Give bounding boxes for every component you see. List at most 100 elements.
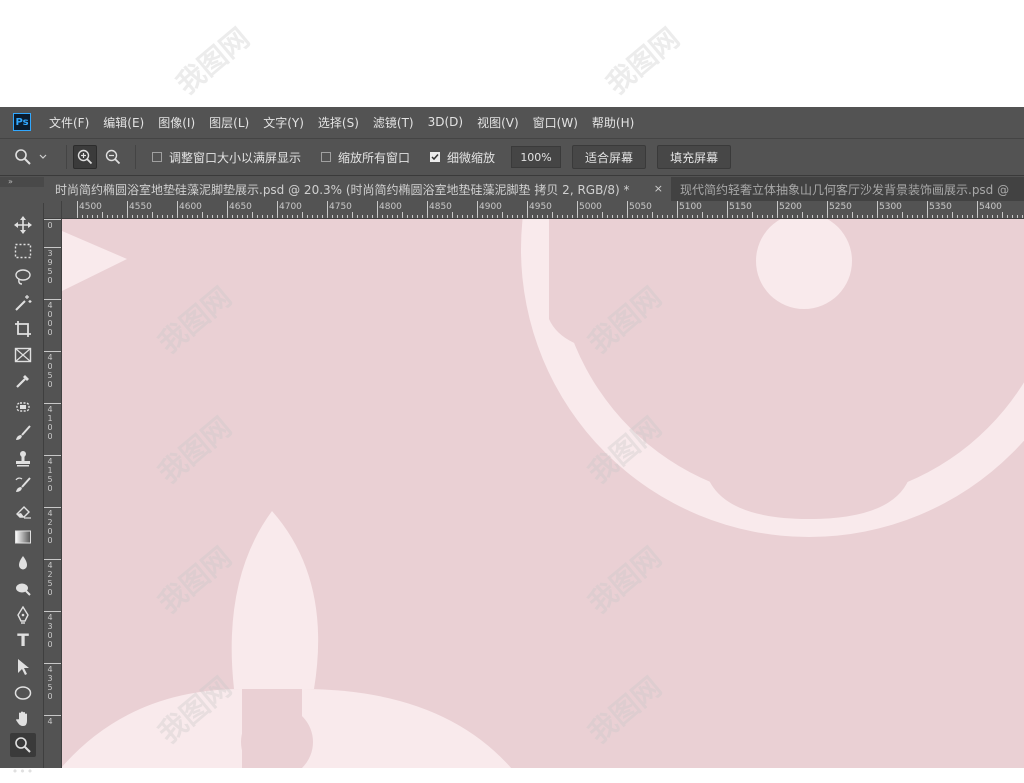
fill-screen-button[interactable]: 填充屏幕 bbox=[657, 145, 732, 169]
pen-tool[interactable] bbox=[10, 603, 36, 627]
menu-edit[interactable]: 编辑(E) bbox=[103, 114, 144, 131]
ruler-tick bbox=[352, 212, 353, 218]
brush-icon bbox=[16, 425, 31, 440]
ruler-label: 4950 bbox=[529, 202, 552, 212]
ruler-label: 4800 bbox=[379, 202, 402, 212]
ruler-tick bbox=[777, 201, 778, 218]
zoom-percent-field[interactable]: 100% bbox=[511, 146, 562, 168]
menu-layer[interactable]: 图层(L) bbox=[209, 114, 249, 131]
lasso-tool[interactable] bbox=[10, 265, 36, 289]
document-tab-title: 时尚简约椭圆浴室地垫硅藻泥脚垫展示.psd @ 20.3% (时尚简约椭圆浴室地… bbox=[55, 182, 630, 197]
ruler-tick bbox=[617, 215, 618, 218]
tool-preset-picker[interactable] bbox=[14, 148, 60, 166]
stamp-tool[interactable] bbox=[10, 447, 36, 471]
ruler-tick bbox=[317, 215, 318, 218]
ruler-label: 4150 bbox=[47, 457, 53, 493]
spot-heal-icon bbox=[16, 402, 30, 412]
stamp-icon bbox=[16, 451, 30, 467]
gradient-tool[interactable] bbox=[10, 525, 36, 549]
ruler-tick bbox=[647, 215, 648, 218]
menu-help[interactable]: 帮助(H) bbox=[592, 114, 634, 131]
ruler-tick bbox=[447, 215, 448, 218]
ruler-tick bbox=[337, 215, 338, 218]
move-tool[interactable] bbox=[10, 213, 36, 237]
ruler-tick bbox=[762, 215, 763, 218]
chevron-down-icon bbox=[39, 154, 47, 159]
ruler-tick bbox=[437, 215, 438, 218]
crop-icon bbox=[15, 321, 31, 337]
zoom-all-windows-checkbox[interactable]: 缩放所有窗口 bbox=[321, 149, 410, 166]
zoom-out-button[interactable] bbox=[101, 145, 125, 169]
menu-select[interactable]: 选择(S) bbox=[318, 114, 359, 131]
zoom-tool[interactable] bbox=[10, 733, 36, 757]
ruler-tick bbox=[907, 215, 908, 218]
eyedropper-tool[interactable] bbox=[10, 369, 36, 393]
menu-type[interactable]: 文字(Y) bbox=[263, 114, 304, 131]
scrubby-zoom-checkbox[interactable]: 细微缩放 bbox=[430, 149, 495, 166]
document-tab-active[interactable]: 时尚简约椭圆浴室地垫硅藻泥脚垫展示.psd @ 20.3% (时尚简约椭圆浴室地… bbox=[44, 177, 671, 201]
menu-file[interactable]: 文件(F) bbox=[49, 114, 89, 131]
zoom-out-icon bbox=[105, 149, 121, 165]
ruler-tick bbox=[577, 201, 578, 218]
blur-tool[interactable] bbox=[10, 551, 36, 575]
ruler-tick bbox=[44, 299, 61, 300]
ruler-tick bbox=[672, 215, 673, 218]
ruler-tick bbox=[502, 212, 503, 218]
horizontal-ruler[interactable]: 4500 4550 4600 4650 4700 4750 4800 4850 4900 4950… bbox=[62, 201, 1024, 219]
history-brush-icon bbox=[15, 477, 31, 492]
ruler-origin[interactable] bbox=[44, 201, 62, 219]
ruler-tick bbox=[302, 212, 303, 218]
document-tab-title: 现代简约轻奢立体抽象山几何客厅沙发背景装饰画展示.psd @ bbox=[680, 182, 1010, 197]
menu-image[interactable]: 图像(I) bbox=[158, 114, 195, 131]
magic-wand-tool[interactable] bbox=[10, 291, 36, 315]
menu-filter[interactable]: 滤镜(T) bbox=[373, 114, 414, 131]
resize-windows-checkbox[interactable]: 调整窗口大小以满屏显示 bbox=[152, 149, 301, 166]
dodge-tool[interactable] bbox=[10, 577, 36, 601]
photoshop-logo-icon[interactable]: Ps bbox=[13, 113, 31, 131]
ruler-label: 0 bbox=[47, 221, 53, 230]
ruler-tick bbox=[742, 215, 743, 218]
ruler-tick bbox=[267, 215, 268, 218]
close-icon[interactable]: × bbox=[654, 182, 663, 195]
crop-tool[interactable] bbox=[10, 317, 36, 341]
panel-collapse-toggle[interactable]: » bbox=[0, 177, 44, 187]
document-canvas[interactable]: 我图网 我图网 我图网 我图网 我图网 我图网 我图网 我图网 bbox=[62, 219, 1024, 768]
path-select-tool[interactable] bbox=[10, 655, 36, 679]
marquee-tool[interactable] bbox=[10, 239, 36, 263]
eraser-tool[interactable] bbox=[10, 499, 36, 523]
hand-tool[interactable] bbox=[10, 707, 36, 731]
spot-heal-tool[interactable] bbox=[10, 395, 36, 419]
ruler-tick bbox=[392, 215, 393, 218]
document-tab-inactive[interactable]: 现代简约轻奢立体抽象山几何客厅沙发背景装饰画展示.psd @ bbox=[671, 177, 1009, 201]
ruler-tick bbox=[712, 215, 713, 218]
menu-view[interactable]: 视图(V) bbox=[477, 114, 519, 131]
menu-window[interactable]: 窗口(W) bbox=[533, 114, 578, 131]
canvas-artwork bbox=[62, 219, 1024, 768]
ruler-tick bbox=[522, 215, 523, 218]
zoom-in-button[interactable] bbox=[73, 145, 97, 169]
ruler-tick bbox=[142, 215, 143, 218]
ruler-tick bbox=[232, 215, 233, 218]
ruler-label: 4500 bbox=[79, 202, 102, 212]
more-tools-button[interactable]: ••• bbox=[10, 759, 36, 783]
ruler-tick bbox=[977, 201, 978, 218]
ruler-tick bbox=[132, 215, 133, 218]
ruler-tick bbox=[44, 351, 61, 352]
menu-3d[interactable]: 3D(D) bbox=[428, 115, 463, 129]
ruler-label: 4900 bbox=[479, 202, 502, 212]
hand-icon bbox=[16, 711, 27, 726]
ellipse-tool[interactable] bbox=[10, 681, 36, 705]
checkbox-unchecked-icon bbox=[152, 152, 162, 162]
type-tool[interactable]: T bbox=[10, 629, 36, 653]
ruler-tick bbox=[817, 215, 818, 218]
frame-tool[interactable] bbox=[10, 343, 36, 367]
ruler-tick bbox=[372, 215, 373, 218]
ruler-tick bbox=[192, 215, 193, 218]
history-brush-tool[interactable] bbox=[10, 473, 36, 497]
brush-tool[interactable] bbox=[10, 421, 36, 445]
fit-screen-button[interactable]: 适合屏幕 bbox=[572, 145, 647, 169]
vertical-ruler[interactable]: 0 3950 4000 4050 4100 4150 4200 4250 4300 4350 4 bbox=[44, 219, 62, 768]
ruler-tick bbox=[342, 215, 343, 218]
ruler-tick bbox=[472, 215, 473, 218]
pen-icon bbox=[17, 606, 29, 624]
